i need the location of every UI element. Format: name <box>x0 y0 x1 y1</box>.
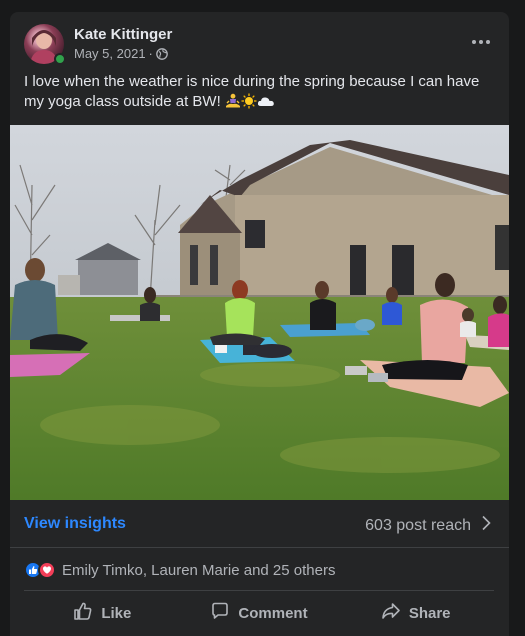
thumbs-up-icon <box>73 601 93 625</box>
post-photo[interactable] <box>10 125 509 500</box>
view-insights-link[interactable]: View insights <box>24 515 126 533</box>
post-reach-text: 603 post reach <box>365 516 471 534</box>
post-header: Kate Kittinger May 5, 2021 · <box>24 24 494 66</box>
post-actions: Like Comment Share <box>24 594 494 632</box>
actions-divider <box>24 590 494 591</box>
globe-icon[interactable] <box>156 47 168 60</box>
post-meta: May 5, 2021 · <box>74 46 168 61</box>
like-label: Like <box>101 604 132 622</box>
share-label: Share <box>408 604 451 622</box>
sun-emoji <box>241 93 257 109</box>
share-button[interactable]: Share <box>337 594 494 632</box>
love-reaction-icon <box>38 561 56 579</box>
comment-icon <box>210 601 230 625</box>
comment-label: Comment <box>238 604 308 622</box>
insights-row: View insights 603 post reach <box>10 500 509 548</box>
chevron-right-icon <box>481 515 491 536</box>
reactions-row[interactable]: Emily Timko, Lauren Marie and 25 others <box>24 558 335 582</box>
more-options-icon[interactable] <box>468 32 494 52</box>
author-name[interactable]: Kate Kittinger <box>74 26 172 43</box>
reaction-summary[interactable]: Emily Timko, Lauren Marie and 25 others <box>62 562 335 579</box>
share-arrow-icon <box>381 601 401 625</box>
post-text: I love when the weather is nice during t… <box>24 72 499 112</box>
post-date[interactable]: May 5, 2021 <box>74 46 146 61</box>
online-status-dot <box>54 53 66 65</box>
comment-button[interactable]: Comment <box>181 594 338 632</box>
post-reach[interactable]: 603 post reach <box>365 515 491 536</box>
reaction-icons <box>24 561 56 579</box>
meta-separator: · <box>148 46 153 61</box>
post-card: Kate Kittinger May 5, 2021 · I love when… <box>10 12 509 636</box>
person-meditating-emoji <box>225 93 241 109</box>
like-button[interactable]: Like <box>24 594 181 632</box>
cloud-emoji <box>257 93 274 109</box>
